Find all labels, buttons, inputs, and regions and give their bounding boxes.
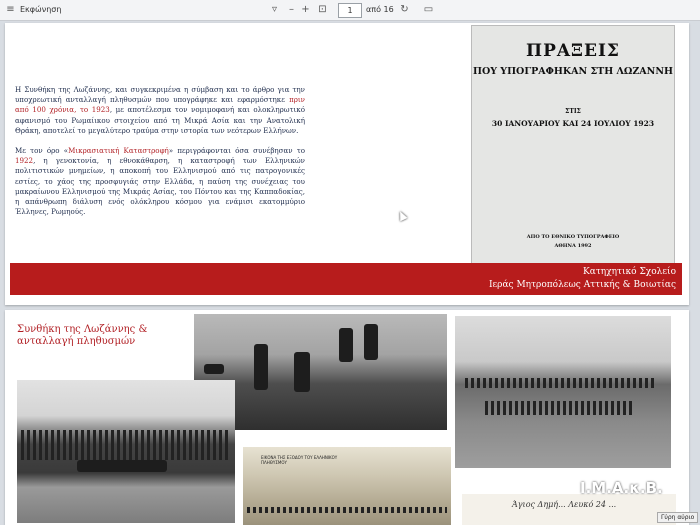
photo-refugee-camp xyxy=(455,316,671,468)
figure-soldier xyxy=(254,344,268,390)
cover-subtitle: ΠΟΥ ΥΠΟΓΡΑΦΗΚΑΝ ΣΤΗ ΛΩΖΑΝΝΗ xyxy=(472,66,674,77)
photo-boat-crowd xyxy=(17,380,235,523)
tooltip: Γύρη αύριο xyxy=(657,512,699,523)
page-number-input[interactable]: 1 xyxy=(338,3,362,18)
page-view-icon[interactable]: ▭ xyxy=(422,3,435,16)
fit-page-icon[interactable]: ⊡ xyxy=(316,3,329,16)
figure-soldier xyxy=(339,328,353,362)
banner-line-2: Ιεράς Μητροπόλεως Αττικής & Βοιωτίας xyxy=(488,280,676,290)
highlight-year: 1922 xyxy=(15,156,34,166)
filter-icon[interactable]: ▿ xyxy=(268,3,281,16)
list-icon[interactable]: ≡ xyxy=(4,3,17,16)
handwritten-text: Άγιος Δημή... Λευκό 24 ... xyxy=(512,500,617,509)
figure-soldier xyxy=(364,324,378,360)
figure-soldier xyxy=(204,364,224,374)
page-total-label: από 16 xyxy=(366,5,394,14)
cover-stis: ΣΤΙΣ xyxy=(565,108,581,115)
watermark-logo: Ι.Μ.Α.κ.Β. xyxy=(580,479,663,497)
text-segment: , η γενοκτονία, η εθνοκάθαρση, η καταστρ… xyxy=(15,156,305,217)
figure-soldier xyxy=(294,352,310,392)
cover-publisher: ΑΠΟ ΤΟ ΕΘΝΙΚΟ ΤΥΠΟΓΡΑΦΕΙΟ xyxy=(526,234,620,240)
rotate-icon[interactable]: ↻ xyxy=(398,3,411,16)
treaty-cover-image: ΠΡΑΞΕΙΣ ΠΟΥ ΥΠΟΓΡΑΦΗΚΑΝ ΣΤΗ ΛΩΖΑΝΝΗ ΣΤΙΣ… xyxy=(471,25,675,272)
title-line-2: ανταλλαγή πληθυσμών xyxy=(17,336,136,347)
crowd-row xyxy=(21,430,231,460)
slide-2-title: Συνθήκη της Λωζάννης & ανταλλαγή πληθυσμ… xyxy=(17,324,187,348)
read-aloud-button[interactable]: Εκφώνηση xyxy=(20,3,61,16)
highlight-term: Μικρασιατική Καταστροφή xyxy=(68,146,169,156)
crowd-row xyxy=(465,378,655,388)
cover-dates: 30 ΙΑΝΟΥΑΡΙΟΥ ΚΑΙ 24 ΙΟΥΛΙΟΥ 1923 xyxy=(491,119,655,128)
cover-place-year: ΑΘΗΝΑ 1992 xyxy=(554,243,592,249)
text-segment: » περιγράφονται όσα συνέβησαν το xyxy=(168,146,306,156)
zoom-in-button[interactable]: + xyxy=(299,3,312,16)
photo-exodus-column: ΕΙΚΟΝΑ ΤΗΣ ΕΞΟΔΟΥ ΤΟΥ ΕΛΛΗΝΙΚΟΥ ΠΛΗΘΥΣΜΟ… xyxy=(243,447,451,525)
boat-shape xyxy=(77,460,167,472)
crowd-row xyxy=(247,507,447,513)
banner-line-1: Κατηχητικό Σχολείο xyxy=(583,267,676,277)
paragraph-catastrophe: Με τον όρο «Μικρασιατική Καταστροφή» περ… xyxy=(15,146,305,217)
text-segment: Με τον όρο « xyxy=(15,146,69,156)
crowd-row xyxy=(485,401,635,415)
cover-title: ΠΡΑΞΕΙΣ xyxy=(526,41,620,61)
title-line-1: Συνθήκη της Λωζάννης & xyxy=(17,324,148,335)
text-segment: Η Συνθήκη της Λωζάννης, και συγκεκριμένα… xyxy=(15,85,305,105)
slide-1: Η Συνθήκη της Λωζάννης, και συγκεκριμένα… xyxy=(5,23,689,305)
photo-caption: ΕΙΚΟΝΑ ΤΗΣ ΕΞΟΔΟΥ ΤΟΥ ΕΛΛΗΝΙΚΟΥ ΠΛΗΘΥΣΜΟ… xyxy=(261,455,338,465)
intro-text: Η Συνθήκη της Λωζάννης, και συγκεκριμένα… xyxy=(15,85,305,227)
photo-handwritten-note: Άγιος Δημή... Λευκό 24 ... xyxy=(462,494,676,525)
paragraph-lausanne: Η Συνθήκη της Λωζάννης, και συγκεκριμένα… xyxy=(15,85,305,136)
zoom-out-button[interactable]: – xyxy=(285,3,298,16)
school-banner: Κατηχητικό Σχολείο Ιεράς Μητροπόλεως Αττ… xyxy=(10,263,682,295)
pdf-toolbar: ≡ Εκφώνηση ▿ – + ⊡ 1 από 16 ↻ ▭ xyxy=(0,0,700,21)
